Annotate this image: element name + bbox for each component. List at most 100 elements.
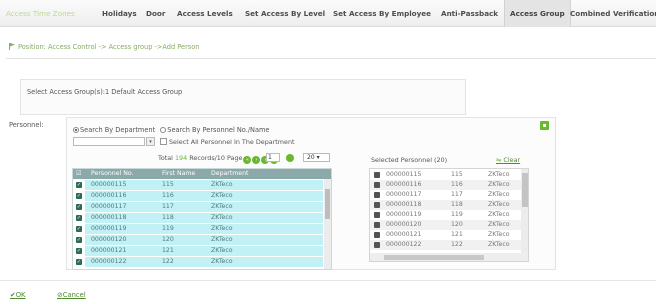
cell-first-name: 122 xyxy=(451,241,463,248)
row-checkbox[interactable]: ✓ xyxy=(76,226,82,232)
row-checkbox[interactable] xyxy=(374,242,380,248)
cell-department: ZKTeco xyxy=(211,258,233,265)
row-checkbox[interactable] xyxy=(374,212,380,218)
first-page-icon[interactable]: « xyxy=(243,156,252,164)
ok-label: OK xyxy=(15,291,26,299)
chevron-down-icon[interactable]: ▾ xyxy=(146,137,155,146)
row-checkbox[interactable] xyxy=(374,232,380,238)
row-checkbox[interactable] xyxy=(374,192,380,198)
radio-search-by-personnel[interactable] xyxy=(160,127,167,133)
pager-prefix: Total xyxy=(158,154,173,162)
cell-personnel-no: 000000119 xyxy=(386,211,422,218)
cell-personnel-no: 000000119 xyxy=(91,225,127,232)
tab-combined-verification[interactable]: Combined Verification xyxy=(570,0,656,27)
table-row[interactable]: ✓ 000000115 115 ZKTeco xyxy=(73,180,324,190)
cell-department: ZKTeco xyxy=(211,247,233,254)
personnel-label: Personnel: xyxy=(9,121,44,129)
table-row[interactable]: ✓ 000000120 120 ZKTeco xyxy=(73,235,324,245)
cell-personnel-no: 000000117 xyxy=(386,191,422,198)
footer-divider xyxy=(0,280,656,281)
list-item[interactable]: 000000118 118 ZKTeco xyxy=(370,200,522,210)
table-row[interactable]: ✓ 000000117 117 ZKTeco xyxy=(73,202,324,212)
row-checkbox[interactable]: ✓ xyxy=(76,182,82,188)
list-item[interactable]: 000000122 122 ZKTeco xyxy=(370,240,522,250)
radio-personnel-label: Search By Personnel No./Name xyxy=(167,126,270,134)
column-first-name[interactable]: First Name xyxy=(162,170,195,177)
cell-first-name: 118 xyxy=(162,214,174,221)
cell-department: ZKTeco xyxy=(488,181,510,188)
table-row[interactable]: ✓ 000000119 119 ZKTeco xyxy=(73,224,324,234)
header-checkbox[interactable]: ☑ xyxy=(76,170,82,177)
list-horizontal-scrollbar[interactable] xyxy=(370,253,528,261)
tab-set-access-by-level[interactable]: Set Access By Level xyxy=(245,0,325,27)
list-item[interactable]: 000000117 117 ZKTeco xyxy=(370,190,522,200)
add-icon[interactable]: ▪ xyxy=(540,121,549,130)
list-item[interactable]: 000000115 115 ZKTeco xyxy=(370,170,522,180)
row-checkbox[interactable] xyxy=(374,202,380,208)
cell-first-name: 120 xyxy=(162,236,174,243)
select-all-label: Select All Personnel In The Department xyxy=(169,138,295,146)
scrollbar-thumb[interactable] xyxy=(384,255,484,260)
table-row[interactable]: ✓ 000000116 116 ZKTeco xyxy=(73,191,324,201)
list-item[interactable]: 000000120 120 ZKTeco xyxy=(370,220,522,230)
table-row[interactable]: ✓ 000000122 122 ZKTeco xyxy=(73,257,324,267)
tab-door[interactable]: Door xyxy=(146,0,165,27)
list-item[interactable]: 000000121 121 ZKTeco xyxy=(370,230,522,240)
cell-personnel-no: 000000116 xyxy=(91,192,127,199)
list-item[interactable]: 000000116 116 ZKTeco xyxy=(370,180,522,190)
tab-access-levels[interactable]: Access Levels xyxy=(177,0,233,27)
select-all-row: Select All Personnel In The Department xyxy=(160,138,295,146)
column-personnel-no[interactable]: Personnel No. xyxy=(91,170,133,177)
cell-personnel-no: 000000120 xyxy=(386,221,422,228)
list-item[interactable]: 000000119 119 ZKTeco xyxy=(370,210,522,220)
table-row[interactable]: ✓ 000000118 118 ZKTeco xyxy=(73,213,324,223)
row-checkbox[interactable]: ✓ xyxy=(76,248,82,254)
top-tab-bar: Access Time Zones Holidays Door Access L… xyxy=(0,0,656,27)
tab-holidays[interactable]: Holidays xyxy=(102,0,137,27)
cancel-button[interactable]: ⊘Cancel xyxy=(57,291,86,299)
cell-personnel-no: 000000120 xyxy=(91,236,127,243)
tab-set-access-by-employee[interactable]: Set Access By Employee xyxy=(333,0,431,27)
table-header: ☑ Personnel No. First Name Department xyxy=(73,169,331,179)
tab-anti-passback[interactable]: Anti-Passback xyxy=(441,0,498,27)
breadcrumb-text: Position: Access Control -> Access group… xyxy=(18,43,200,51)
scrollbar-thumb[interactable] xyxy=(522,173,528,207)
flag-icon xyxy=(9,43,15,50)
cell-department: ZKTeco xyxy=(211,225,233,232)
cell-department: ZKTeco xyxy=(211,203,233,210)
cell-department: ZKTeco xyxy=(211,236,233,243)
row-checkbox[interactable]: ✓ xyxy=(76,193,82,199)
cell-personnel-no: 000000122 xyxy=(91,258,127,265)
row-checkbox[interactable]: ✓ xyxy=(76,215,82,221)
cell-personnel-no: 000000117 xyxy=(91,203,127,210)
prev-page-icon[interactable]: ‹ xyxy=(252,156,261,164)
column-department[interactable]: Department xyxy=(211,170,248,177)
page-size-select[interactable]: 20 ▾ xyxy=(303,153,330,162)
select-all-checkbox[interactable] xyxy=(160,138,167,145)
cell-department: ZKTeco xyxy=(488,221,510,228)
scrollbar-thumb[interactable] xyxy=(325,189,330,219)
list-scrollbar[interactable] xyxy=(521,169,528,253)
cell-first-name: 119 xyxy=(451,211,463,218)
clear-link[interactable]: ⇋ Clear xyxy=(496,156,520,164)
tab-access-time-zones[interactable]: Access Time Zones xyxy=(6,0,75,27)
row-checkbox[interactable] xyxy=(374,182,380,188)
row-checkbox[interactable]: ✓ xyxy=(76,237,82,243)
row-checkbox[interactable] xyxy=(374,222,380,228)
page-number-input[interactable]: 1 xyxy=(266,153,280,162)
cell-department: ZKTeco xyxy=(488,241,510,248)
cell-personnel-no: 000000116 xyxy=(386,181,422,188)
cell-department: ZKTeco xyxy=(211,192,233,199)
table-scrollbar[interactable] xyxy=(324,179,331,269)
department-select[interactable] xyxy=(73,137,145,146)
row-checkbox[interactable]: ✓ xyxy=(76,204,82,210)
radio-search-by-department[interactable] xyxy=(73,127,79,133)
table-row[interactable]: ✓ 000000121 121 ZKTeco xyxy=(73,246,324,256)
row-checkbox[interactable] xyxy=(374,172,380,178)
tab-access-group[interactable]: Access Group xyxy=(504,0,571,27)
go-page-icon[interactable] xyxy=(286,154,294,162)
ok-button[interactable]: ✔OK xyxy=(10,291,26,299)
cell-first-name: 121 xyxy=(162,247,174,254)
row-checkbox[interactable]: ✓ xyxy=(76,259,82,265)
cell-personnel-no: 000000118 xyxy=(386,201,422,208)
